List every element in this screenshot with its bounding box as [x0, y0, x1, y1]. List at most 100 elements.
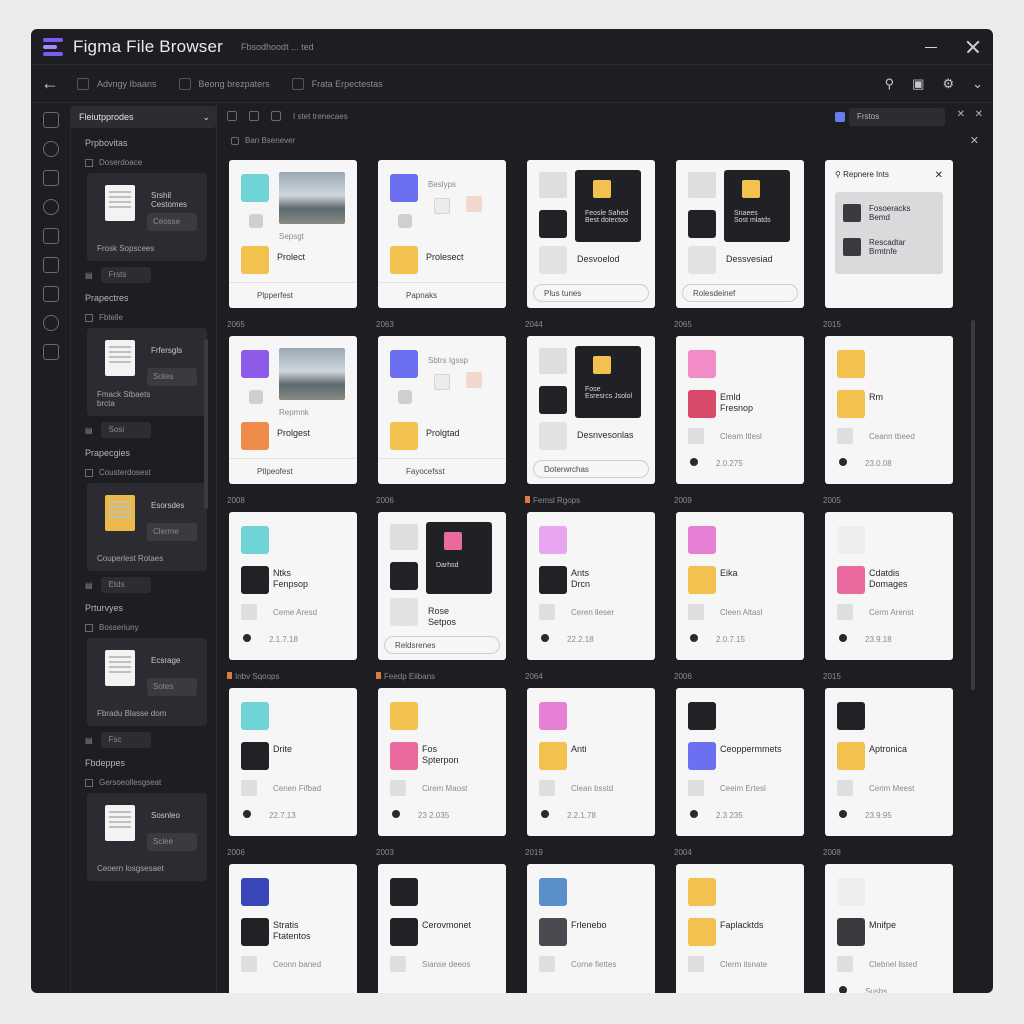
file-card[interactable]: Frlenebo Corne fiettes [527, 864, 655, 993]
file-card[interactable]: Anti Clean bsstd 2.2.1.78 [527, 688, 655, 836]
group-button[interactable]: ▤ Fsc [85, 732, 206, 748]
group-card[interactable]: Esorsdes Clerme Couperlest Rotaes [87, 483, 207, 571]
file-card[interactable]: Drite Cenen Fifbad 22.7.13 [229, 688, 357, 836]
group-subtitle[interactable]: Gersoeollesgseat [85, 778, 206, 787]
card-action[interactable]: Plus tunes [533, 284, 649, 302]
file-card[interactable]: Cerovmonet Sianse deeos [378, 864, 506, 993]
gallery-icon[interactable] [42, 257, 59, 273]
breadcrumb-3[interactable]: Frata Erpectestas [291, 77, 383, 90]
file-card[interactable]: Snaees Sost mlatds Dessvesiad Rolesdeine… [676, 160, 804, 308]
search-icon[interactable]: ⚲ [885, 76, 895, 92]
card-footer[interactable]: Fayocefsst [378, 458, 506, 484]
card-pill[interactable]: Clerme [147, 523, 197, 541]
card-footer[interactable]: Plpperfest [229, 282, 357, 308]
file-card[interactable]: Fos Spterpon Cirem Maost 23 2.035 [378, 688, 506, 836]
info-icon[interactable] [42, 315, 59, 331]
file-card[interactable]: Darhsd Rose Setpos Reldsrenes [378, 512, 506, 660]
file-card[interactable]: Sbtrs Igssp Prolgtad Fayocefsst [378, 336, 506, 484]
card-action[interactable]: Rolesdeinef [682, 284, 798, 302]
panel-dropdown[interactable]: Fleiutpprodes ⌄ [71, 106, 216, 128]
close-icon[interactable]: ✕ [975, 109, 983, 120]
file-card[interactable]: Cdatdis Domages Cerm Arenst 23.9.18 [825, 512, 953, 660]
file-card[interactable]: Mnifpe Clebnel listed Susbs [825, 864, 953, 993]
breadcrumb-1[interactable]: Advngy Ibaans [77, 77, 157, 90]
file-icon [241, 350, 269, 378]
file-card[interactable]: Repmnk Prolgest Ptlpeofest [229, 336, 357, 484]
group-card[interactable]: Srshil Cestomes Ceosse Frosk Sopscees [87, 173, 207, 261]
layers-icon[interactable] [42, 344, 59, 360]
close-icon[interactable]: ✕ [970, 134, 979, 147]
file-cell: 2044 Fose Esresrcs Jsolol Desnvesonlas D… [525, 320, 655, 484]
panel-scrollbar[interactable] [204, 339, 208, 509]
card-footer[interactable]: Papnaks [378, 282, 506, 308]
chevron-down-icon: ⌄ [202, 111, 210, 122]
group-card[interactable]: Sosnleo Sclee Ceoern losgsesaet [87, 793, 207, 881]
minimize-button[interactable] [923, 39, 939, 55]
placeholder-icon [539, 348, 567, 374]
file-card[interactable]: ⚲ Repnere Ints ✕ Fosoeracks Bemd Rescadt… [825, 160, 953, 308]
compass-icon[interactable] [42, 141, 59, 157]
file-card[interactable]: Eika Cleen Altasl 2.0.7.15 [676, 512, 804, 660]
file-card[interactable]: Ntks Fenpsop Ceme Aresd 2.1.7.18 [229, 512, 357, 660]
close-window-button[interactable] [965, 39, 981, 55]
file-card[interactable]: Aptronica Cerim Meest 23.9.95 [825, 688, 953, 836]
card-pill[interactable]: Ceosse [147, 213, 197, 231]
file-card[interactable]: Stratis Ftatentos Ceonn baned [229, 864, 357, 993]
clock-icon[interactable] [42, 199, 59, 215]
file-icon [390, 422, 418, 450]
gear-icon[interactable]: ⚙ [942, 76, 954, 92]
grid-scrollbar[interactable] [971, 320, 975, 690]
group-subtitle[interactable]: Doserdoace [85, 158, 206, 167]
file-card[interactable]: Sepsgt Prolect Plpperfest [229, 160, 357, 308]
card-action[interactable]: Reldsrenes [384, 636, 500, 654]
card-pill[interactable]: Sclee [147, 833, 197, 851]
component-icon [837, 742, 865, 770]
filter-icon[interactable] [271, 111, 281, 121]
close-icon[interactable]: ✕ [935, 170, 943, 181]
row-label: Feedp Eiibans [376, 672, 435, 681]
file-cell: 2006 Stratis Ftatentos Ceonn baned [227, 848, 357, 993]
card-action[interactable]: Doterwrchas [533, 460, 649, 478]
back-arrow-icon[interactable]: ← [41, 73, 59, 94]
file-card[interactable]: Faplacktds Clerm itsnate [676, 864, 804, 993]
list-view-icon[interactable] [249, 111, 259, 121]
placeholder-icon [539, 604, 555, 620]
card-pill[interactable]: Sotes [147, 368, 197, 386]
group-subtitle[interactable]: Cousterdosest [85, 468, 206, 477]
files-icon[interactable] [42, 112, 59, 128]
group-button[interactable]: ▤ Etds [85, 577, 206, 593]
image-icon[interactable] [42, 170, 59, 186]
calendar-icon[interactable] [42, 228, 59, 244]
file-card[interactable]: Rm Ceann tbeed 23.0.08 [825, 336, 953, 484]
file-card[interactable]: Fose Esresrcs Jsolol Desnvesonlas Doterw… [527, 336, 655, 484]
group-button[interactable]: ▤ Sosi [85, 422, 206, 438]
file-card[interactable]: Ants Drcn Ceren lleser 22.2.18 [527, 512, 655, 660]
file-cell: 2008 Ntks Fenpsop Ceme Aresd 2.1.7.18 [227, 496, 357, 660]
dark-preview: Feosle Sahed Best dotectoo [575, 170, 641, 242]
status-dot [839, 810, 847, 818]
dark-preview: Darhsd [426, 522, 492, 594]
file-card[interactable]: Beslyps Prolesect Papnaks [378, 160, 506, 308]
popup-search[interactable]: ⚲ Repnere Ints [835, 170, 889, 179]
grid-view-icon[interactable] [227, 111, 237, 121]
group-card[interactable]: Ecsrage Sotes Fbradu Blasse dom [87, 638, 207, 726]
group-card[interactable]: Frfersgls Sotes Fmack Stbaets brcta [87, 328, 207, 416]
chevron-down-icon[interactable]: ⌄ [972, 76, 983, 92]
breadcrumb-2[interactable]: Beong brezpaters [178, 77, 270, 90]
search-input[interactable]: Frstos [835, 108, 945, 126]
save-icon[interactable]: ▣ [912, 76, 924, 92]
file-card[interactable]: Feosle Sahed Best dotectoo Desvoelod Plu… [527, 160, 655, 308]
placeholder-icon [837, 604, 853, 620]
group-subtitle[interactable]: Bosseriuny [85, 623, 206, 632]
placeholder-icon [837, 780, 853, 796]
file-card[interactable]: Emld Fresnop Cleam Itlesl 2.0.275 [676, 336, 804, 484]
group-subtitle[interactable]: Fbtelle [85, 313, 206, 322]
home-icon[interactable] [42, 286, 59, 302]
card-footer[interactable]: Ptlpeofest [229, 458, 357, 484]
file-icon [688, 350, 716, 378]
card-pill[interactable]: Sotes [147, 678, 197, 696]
close-icon[interactable]: ✕ [957, 109, 965, 120]
group-button[interactable]: ▤ Frsts [85, 267, 206, 283]
file-card[interactable]: Ceoppermmets Ceeim Ertesl 2.3 235 [676, 688, 804, 836]
placeholder-icon [390, 524, 418, 550]
